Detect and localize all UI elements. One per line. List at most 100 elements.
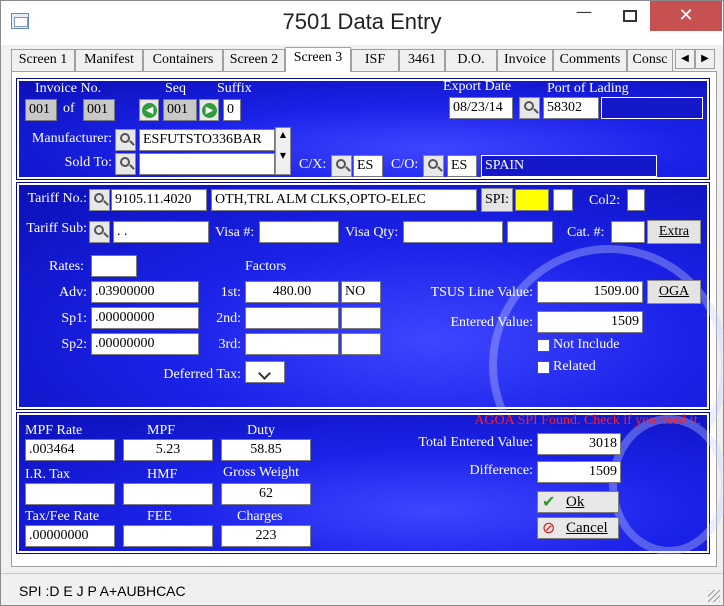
deferred-tax-label: Deferred Tax: (163, 367, 241, 382)
sp1-field[interactable]: .00000000 (91, 307, 199, 329)
fee-field[interactable] (123, 525, 213, 547)
mpf-rate-field[interactable]: .003464 (25, 439, 115, 461)
difference-field: 1509 (537, 461, 621, 483)
first-factor-unit-field[interactable]: NO (341, 281, 381, 303)
tab-consc[interactable]: Consc (627, 49, 673, 71)
chevron-down-icon: ▼ (279, 151, 287, 160)
tab-scroll-right-icon[interactable]: ▶ (695, 49, 715, 69)
spi-extra-field[interactable] (553, 189, 573, 211)
cx-field[interactable]: ES (353, 155, 383, 177)
seq-label: Seq (165, 81, 186, 96)
hmf-field[interactable] (123, 483, 213, 505)
close-button[interactable]: ✕ (650, 1, 722, 31)
tax-fee-rate-field[interactable]: .00000000 (25, 525, 115, 547)
co-search-button[interactable] (423, 155, 444, 177)
port-search-button[interactable] (519, 97, 540, 119)
second-factor-field[interactable] (245, 307, 339, 329)
manufacturer-field[interactable]: ESFUTSTO336BAR (139, 129, 275, 151)
tab-containers[interactable]: Containers (143, 49, 223, 71)
seq-next-button[interactable]: ▶ (199, 99, 219, 121)
checkmark-icon: ✔ (542, 492, 556, 511)
tab-do[interactable]: D.O. (445, 49, 497, 71)
tsus-line-value-field[interactable]: 1509.00 (537, 281, 643, 303)
of-label: of (63, 101, 75, 116)
cancel-button[interactable]: ⊘ Cancel (537, 517, 619, 539)
ir-tax-field[interactable] (25, 483, 115, 505)
second-factor-label: 2nd: (216, 311, 241, 326)
tab-invoice[interactable]: Invoice (497, 49, 553, 71)
export-date-label: Export Date (443, 79, 512, 94)
sold-to-search-button[interactable] (115, 153, 136, 175)
col2-field[interactable] (627, 189, 645, 211)
tab-scroll-left-icon[interactable]: ◀ (675, 49, 695, 69)
tariff-no-label: Tariff No.: (27, 191, 87, 206)
tariff-description-field: OTH,TRL ALM CLKS,OPTO-ELEC (211, 189, 477, 211)
maximize-button[interactable] (607, 1, 653, 31)
manufacturer-scrollbar[interactable]: ▲ ▼ (275, 127, 291, 175)
ok-button[interactable]: ✔ Ok (537, 491, 619, 513)
sold-to-field[interactable] (139, 153, 275, 175)
mpf-field[interactable]: 5.23 (123, 439, 213, 461)
seq-prev-button[interactable]: ◀ (139, 99, 159, 121)
visa-field[interactable] (259, 221, 339, 243)
extra-button[interactable]: Extra (647, 220, 701, 244)
first-factor-field[interactable]: 480.00 (245, 281, 339, 303)
deferred-tax-dropdown[interactable] (245, 361, 285, 383)
tariff-no-field[interactable]: 9105.11.4020 (111, 189, 207, 211)
spi-field[interactable] (515, 189, 549, 211)
cat-label: Cat. #: (567, 225, 605, 240)
tariff-sub-field[interactable]: . . (113, 221, 209, 243)
sp2-field[interactable]: .00000000 (91, 333, 199, 355)
tariff-sub-search-button[interactable] (89, 221, 110, 243)
entered-value-field[interactable]: 1509 (537, 311, 643, 333)
invoice-header-section: Invoice No. 001 of 001 Seq ◀ 001 ▶ Suffi… (16, 78, 710, 180)
manufacturer-label: Manufacturer: (31, 131, 112, 146)
difference-label: Difference: (469, 463, 533, 478)
export-date-field[interactable]: 08/23/14 (449, 97, 513, 119)
seq-field[interactable]: 001 (163, 99, 197, 121)
mpf-rate-label: MPF Rate (25, 423, 83, 438)
ok-button-label: Ok (566, 494, 585, 510)
visa-qty-label: Visa Qty: (345, 225, 399, 240)
adv-label: Adv: (59, 285, 87, 300)
sp1-label: Sp1: (61, 311, 87, 326)
manufacturer-search-button[interactable] (115, 129, 136, 151)
related-checkbox[interactable] (537, 361, 550, 374)
resize-grip-icon[interactable] (708, 590, 720, 602)
visa-qty-unit-field[interactable] (507, 221, 553, 243)
tariff-search-button[interactable] (89, 189, 110, 211)
status-bar: SPI :D E J P A+AUBHCAC (1, 573, 723, 605)
tab-screen-3[interactable]: Screen 3 (285, 47, 351, 72)
third-factor-unit-field[interactable] (341, 333, 381, 355)
oga-button[interactable]: OGA (647, 280, 701, 304)
third-factor-label: 3rd: (218, 337, 241, 352)
tab-comments[interactable]: Comments (553, 49, 627, 71)
cancel-button-label: Cancel (566, 520, 608, 536)
tab-manifest[interactable]: Manifest (75, 49, 143, 71)
co-label: C/O: (391, 157, 419, 172)
co-field[interactable]: ES (447, 155, 477, 177)
invoice-no-field[interactable]: 001 (25, 99, 57, 121)
minimize-button[interactable]: — (561, 1, 607, 31)
adv-field[interactable]: .03900000 (91, 281, 199, 303)
second-factor-unit-field[interactable] (341, 307, 381, 329)
visa-qty-field[interactable] (403, 221, 503, 243)
arrow-right-icon: ▶ (202, 103, 217, 118)
not-include-checkbox[interactable] (537, 339, 550, 352)
tab-screen-1[interactable]: Screen 1 (11, 49, 75, 71)
first-factor-label: 1st: (220, 285, 241, 300)
rates-field[interactable] (91, 255, 137, 277)
tab-3461[interactable]: 3461 (399, 49, 445, 71)
duty-field[interactable]: 58.85 (221, 439, 311, 461)
tax-fee-rate-label: Tax/Fee Rate (25, 509, 100, 524)
tab-screen-2[interactable]: Screen 2 (223, 49, 285, 71)
spi-button[interactable]: SPI: (481, 188, 513, 212)
port-code-field[interactable]: 58302 (543, 97, 599, 119)
cat-field[interactable] (611, 221, 645, 243)
charges-field[interactable]: 223 (221, 525, 311, 547)
tab-isf[interactable]: ISF (351, 49, 399, 71)
cx-search-button[interactable] (331, 155, 352, 177)
suffix-field[interactable]: 0 (223, 99, 241, 121)
gross-weight-field[interactable]: 62 (221, 483, 311, 505)
third-factor-field[interactable] (245, 333, 339, 355)
